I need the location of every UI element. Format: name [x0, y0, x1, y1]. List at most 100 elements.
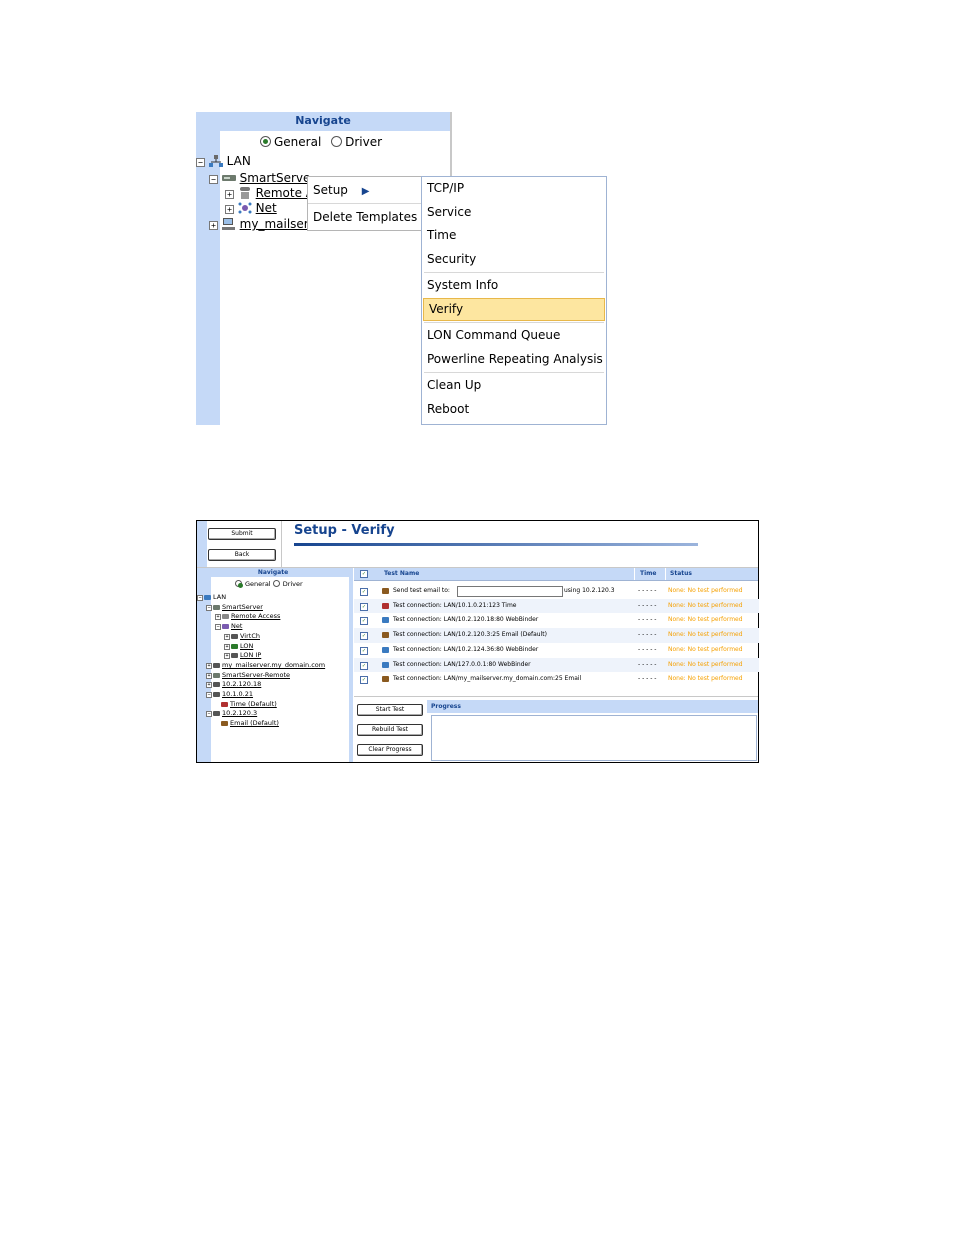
tree-item[interactable]: − Net [215, 622, 242, 632]
row-checkbox[interactable]: ✓ [360, 676, 368, 685]
tree-item[interactable]: − 10.2.120.3 [206, 709, 257, 719]
start-test-button[interactable]: Start Test [357, 704, 423, 716]
tree-item[interactable]: Email (Default) [215, 719, 279, 729]
collapse-icon[interactable]: − [206, 604, 212, 611]
tree-item-smartserver[interactable]: − SmartServe [209, 171, 310, 186]
tree-item[interactable]: + my_mailserver.my_domain.com [206, 661, 325, 671]
tree-item[interactable]: − 10.1.0.21 [206, 690, 253, 700]
radio-driver[interactable]: Driver [272, 580, 303, 588]
tree-item-mailserver[interactable]: + my_mailser [209, 217, 309, 232]
menu-item-delete-templates[interactable]: Delete Templates [308, 204, 421, 230]
test-name-cell: Test connection: LAN/10.2.120.3:25 Email… [393, 631, 547, 639]
radio-empty-icon [272, 580, 280, 587]
navigate-header: Navigate [196, 112, 450, 131]
row-checkbox[interactable]: ✓ [360, 617, 368, 626]
test-name-cell: Test connection: LAN/my_mailserver.my_do… [393, 675, 582, 683]
clock-icon [221, 701, 228, 707]
expand-icon[interactable]: + [209, 221, 218, 230]
tree-item-label: LAN [213, 593, 227, 601]
submenu-item-system-info[interactable]: System Info [422, 274, 606, 298]
submenu-item-tcp-ip[interactable]: TCP/IP [422, 177, 606, 201]
tree-item-lan[interactable]: − LAN [196, 154, 251, 169]
test-name-cell: Test connection: LAN/10.2.120.18:80 WebB… [393, 616, 539, 624]
row-checkbox[interactable]: ✓ [360, 588, 368, 596]
tree-item-label: Email (Default) [230, 719, 279, 728]
expand-icon[interactable]: + [225, 205, 234, 214]
row-checkbox[interactable]: ✓ [360, 602, 368, 611]
radio-general[interactable]: General [235, 580, 271, 588]
expand-icon[interactable]: + [224, 643, 230, 650]
expand-icon[interactable]: + [206, 672, 212, 679]
expand-icon[interactable]: + [206, 682, 212, 689]
rebuild-test-button[interactable]: Rebuild Test [357, 724, 423, 736]
divider [665, 568, 666, 580]
context-menu: Setup ▶ Delete Templates [307, 176, 422, 231]
expand-icon[interactable]: + [224, 633, 230, 640]
collapse-icon[interactable]: − [196, 158, 205, 167]
progress-area [431, 715, 757, 761]
collapse-icon[interactable]: − [197, 595, 203, 601]
collapse-icon[interactable]: − [206, 692, 212, 698]
submenu-item-service[interactable]: Service [422, 201, 606, 225]
submenu-item-clean-up[interactable]: Clean Up [422, 374, 606, 398]
radio-general[interactable]: General [260, 135, 321, 149]
submit-button[interactable]: Submit [208, 528, 276, 540]
tree-item[interactable]: − SmartServer [206, 603, 263, 613]
expand-icon[interactable]: + [225, 190, 234, 199]
tree-item-label: SmartServer [222, 602, 263, 611]
row-checkbox[interactable]: ✓ [360, 646, 368, 655]
navigate-context-menu-screenshot: Navigate General Driver − LAN − SmartSer… [196, 112, 608, 426]
submenu-item-reboot[interactable]: Reboot [422, 398, 606, 422]
back-button[interactable]: Back [208, 549, 276, 561]
tree-item[interactable]: + LON IP [224, 651, 261, 661]
status-cell: None: No test performed [668, 631, 743, 639]
clear-progress-button[interactable]: Clear Progress [357, 744, 423, 756]
submenu-item-security[interactable]: Security [422, 248, 606, 272]
radio-driver[interactable]: Driver [331, 135, 382, 149]
tree-item-label: LON [240, 641, 254, 650]
status-cell: None: No test performed [668, 645, 743, 653]
computer-icon [213, 711, 220, 717]
tree-item[interactable]: + SmartServer-Remote [206, 671, 290, 681]
tree-item-net[interactable]: + Net [225, 201, 277, 216]
email-icon [221, 721, 228, 727]
collapse-icon[interactable]: − [215, 624, 221, 631]
row-checkbox[interactable]: ✓ [360, 632, 368, 641]
status-cell: None: No test performed [668, 660, 743, 668]
tree-item[interactable]: − LAN [197, 593, 226, 603]
divider [354, 696, 758, 697]
phone-icon [222, 614, 229, 620]
submenu-item-verify[interactable]: Verify [423, 297, 605, 321]
tree-item[interactable]: +10.2.120.18 [206, 680, 261, 690]
expand-icon[interactable]: + [215, 614, 221, 621]
tree-item-label: Net [231, 622, 243, 631]
submenu-item-powerline-repeating-analysis[interactable]: Powerline Repeating Analysis [422, 348, 606, 372]
tree-item[interactable]: Time (Default) [215, 700, 277, 710]
tree-item[interactable]: + Remote Access [215, 612, 280, 622]
tree-item[interactable]: + LON [224, 642, 253, 652]
menu-item-setup[interactable]: Setup ▶ [308, 177, 421, 204]
expand-icon[interactable]: + [206, 662, 212, 669]
select-all-checkbox[interactable]: ✓ [360, 570, 368, 578]
submenu-item-lon-command-queue[interactable]: LON Command Queue [422, 324, 606, 348]
tree-item-label: 10.2.120.18 [222, 680, 262, 689]
divider [281, 521, 282, 568]
menu-separator [424, 272, 604, 273]
net-icon [222, 624, 229, 630]
submenu-item-time[interactable]: Time [422, 224, 606, 248]
menu-separator [424, 322, 604, 323]
splitter[interactable] [349, 568, 353, 762]
expand-icon[interactable]: + [224, 653, 230, 660]
tree-item-remote-access[interactable]: + Remote A [225, 186, 314, 201]
collapse-icon[interactable]: − [209, 175, 218, 184]
test-name-cell: Test connection: LAN/10.1.0.21:123 Time [393, 601, 517, 609]
setup-submenu: TCP/IP Service Time Security System Info Veri… [421, 176, 607, 425]
email-input[interactable] [457, 586, 563, 597]
tree-item[interactable]: + VirtCh [224, 632, 260, 642]
table-row: ✓ Send test email to: using 10.2.120.3 - - … [354, 584, 759, 599]
status-cell: None: No test performed [668, 587, 743, 594]
collapse-icon[interactable]: − [206, 711, 212, 718]
network-icon [204, 595, 211, 600]
email-icon [382, 588, 389, 594]
row-checkbox[interactable]: ✓ [360, 661, 368, 670]
